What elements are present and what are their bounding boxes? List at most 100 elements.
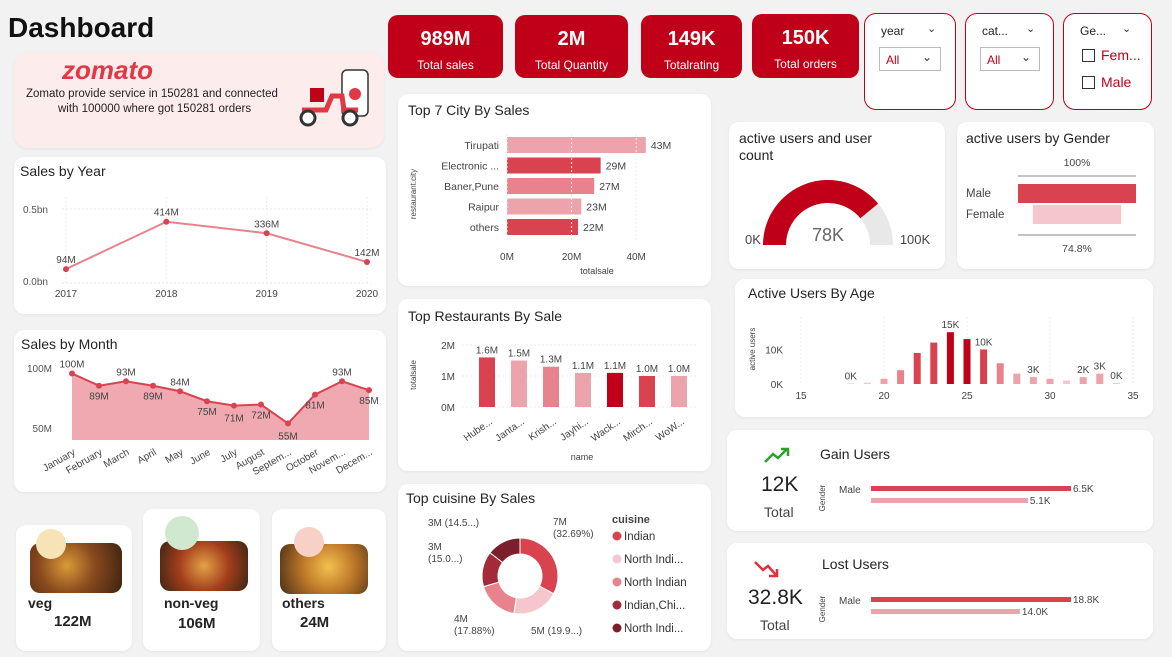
chevron-down-icon[interactable]: ⌄: [1122, 22, 1131, 35]
lost-users-title: Lost Users: [822, 556, 889, 572]
gain-users-card: 12K Total Gain Users Gender Male 6.5K 5.1K: [727, 430, 1153, 531]
option-label: Male: [1101, 74, 1132, 90]
chevron-down-icon: ⌄: [922, 50, 933, 64]
data-point: [339, 378, 345, 385]
x-tick-label: 2018: [155, 289, 178, 300]
y-axis-title: restaurant.city: [409, 169, 418, 219]
kpi-value: 150K: [781, 27, 830, 49]
year-dropdown[interactable]: All ⌄: [879, 47, 941, 71]
data-label: 7M (32.69%): [553, 517, 594, 540]
data-label: 43M: [651, 140, 671, 152]
x-axis-title: totalsale: [580, 266, 614, 276]
bar: [1046, 378, 1054, 384]
food-label: non-veg: [164, 595, 219, 611]
active-users-gauge: 78K 0K 100K: [745, 180, 931, 247]
category-dropdown[interactable]: All ⌄: [980, 47, 1040, 71]
slicer-title: Ge...: [1080, 24, 1107, 38]
legend-title: cuisine: [612, 514, 650, 526]
chevron-down-icon[interactable]: ⌄: [1026, 22, 1035, 35]
data-point: [177, 388, 183, 395]
bar: [511, 360, 527, 407]
y-tick-label: 0.5bn: [23, 205, 48, 216]
brand-caption-1: Zomato provide service in 150281 and con…: [26, 88, 278, 100]
top-restaurants-chart: totalsale 2M 1M 0M 1.6M Hube... 1.5M Janta... 1.…: [409, 341, 698, 462]
active-users-gender-chart: 100% Male Female 74.8%: [966, 157, 1136, 255]
bar: [871, 486, 1071, 491]
y-axis-title: Gender: [818, 484, 827, 511]
chevron-down-icon[interactable]: ⌄: [927, 22, 936, 35]
data-label: 0K: [845, 371, 858, 382]
data-label: 1.1M: [572, 361, 594, 372]
kpi-total-quantity: 2M Total Quantity: [515, 15, 628, 78]
lost-users-sub: Total: [760, 617, 790, 633]
data-label: 6.5K: [1073, 484, 1094, 495]
x-tick-label: Hube...: [462, 416, 495, 444]
others-dish-image: [280, 544, 368, 594]
x-tick-label: Mirch...: [622, 416, 655, 444]
data-point: [123, 378, 129, 385]
bar: [639, 376, 655, 407]
data-point: [258, 401, 264, 408]
y-axis-title: Gender: [818, 595, 827, 622]
data-label: 3K: [1094, 362, 1107, 373]
gender-option-male[interactable]: Male: [1082, 74, 1131, 90]
legend-item: North Indi...: [624, 623, 683, 635]
bar: [507, 219, 579, 235]
series-line: [65, 220, 368, 270]
top-city-card: Top 7 City By Sales restaurant.city Tirup…: [398, 94, 711, 286]
x-tick-label: 35: [1127, 391, 1139, 402]
x-tick-label: 2017: [55, 289, 78, 300]
data-label: 22M: [583, 222, 603, 234]
data-label: 23M: [586, 202, 606, 214]
y-tick-label: Raipur: [468, 202, 499, 214]
data-label: 89M: [143, 392, 162, 403]
data-label: 72M: [251, 411, 270, 422]
page-title: Dashboard: [8, 12, 155, 43]
bar: [507, 178, 595, 194]
x-axis-title: name: [571, 452, 594, 462]
bar: [871, 597, 1071, 602]
bar: [507, 137, 646, 153]
gain-users-chart: Gender Male 6.5K 5.1K: [818, 484, 1094, 511]
y-tick-label: 0M: [441, 403, 455, 414]
y-tick-label: 100M: [27, 364, 52, 375]
year-slicer[interactable]: year ⌄ All ⌄: [864, 13, 956, 110]
kpi-value: 989M: [420, 28, 471, 50]
kpi-total-rating: 149K Totalrating: [641, 15, 742, 78]
y-tick-label: Tirupati: [464, 140, 499, 152]
veg-dish-icon: [36, 529, 66, 559]
x-tick-label: Wack...: [589, 416, 622, 444]
data-label: 142M: [354, 248, 379, 259]
y-tick-label: Male: [839, 485, 861, 496]
data-point: [364, 258, 370, 265]
bar: [847, 383, 855, 384]
x-tick-label: Krish...: [527, 416, 559, 443]
active-users-gauge-card: active users and user count 78K 0K 100K: [729, 122, 945, 269]
gender-slicer[interactable]: Ge... ⌄ Fem... Male: [1063, 13, 1152, 110]
y-tick-label: 0.0bn: [23, 277, 48, 288]
checkbox[interactable]: [1082, 49, 1095, 62]
legend-item: Indian: [624, 531, 655, 543]
x-tick-label: 25: [961, 391, 973, 402]
data-label: 93M: [332, 367, 351, 378]
y-tick-label: Male: [839, 596, 861, 607]
bar: [913, 352, 921, 384]
category-slicer[interactable]: cat... ⌄ All ⌄: [965, 13, 1054, 110]
data-label: 93M: [116, 367, 135, 378]
food-card-non-veg: non-veg 106M: [143, 509, 260, 651]
dropdown-value: All: [886, 53, 900, 67]
x-tick-label: Jayhi...: [558, 416, 590, 443]
lost-users-card: 32.8K Total Lost Users Gender Male 18.8K 14…: [727, 543, 1153, 639]
gender-option-female[interactable]: Fem...: [1082, 47, 1141, 63]
data-label: 55M: [278, 431, 297, 442]
checkbox[interactable]: [1082, 76, 1095, 89]
x-tick-label: April: [136, 447, 159, 467]
kpi-value: 149K: [667, 28, 716, 50]
sales-by-year-chart: 0.5bn 0.0bn 94M 2017 414M 2018 336M 2019 142M 202…: [23, 197, 380, 300]
food-value: 24M: [300, 614, 330, 631]
data-label: 1.0M: [668, 364, 690, 375]
bar: [1029, 377, 1037, 384]
brand-card: zomato Zomato provide service in 150281 …: [14, 52, 384, 148]
gauge-value: 78K: [812, 225, 844, 245]
kpi-label: Total Quantity: [534, 58, 609, 72]
